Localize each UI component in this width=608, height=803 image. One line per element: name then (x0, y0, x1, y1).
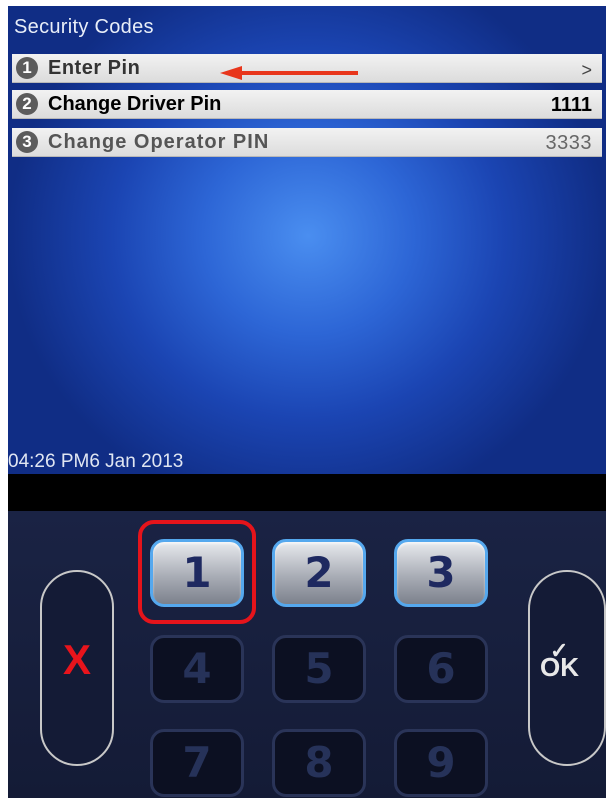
key-2[interactable]: 2 (272, 539, 366, 607)
x-icon: X (62, 636, 91, 683)
key-4[interactable]: 4 (150, 635, 244, 703)
menu-item-number: 3 (16, 131, 38, 153)
menu-item-value: 1111 (550, 94, 592, 116)
menu-item-label: Change Driver Pin (48, 93, 222, 115)
timestamp: 04:26 PM6 Jan 2013 (8, 451, 184, 472)
menu-item-value: 3333 (545, 132, 592, 154)
key-8[interactable]: 8 (272, 729, 366, 797)
screen-title: Security Codes (14, 16, 154, 38)
key-5[interactable]: 5 (272, 635, 366, 703)
ok-label: OK (540, 652, 579, 682)
key-6[interactable]: 6 (394, 635, 488, 703)
chevron-right-icon: > (581, 60, 592, 80)
menu-item-number: 2 (16, 93, 38, 115)
ok-button[interactable]: ✓ OK (528, 570, 606, 766)
keypad: X 1 2 3 4 5 6 7 8 9 ✓ OK (8, 511, 606, 798)
key-3[interactable]: 3 (394, 539, 488, 607)
device-frame: Security Codes 1 Enter Pin > 2 Change Dr… (8, 6, 606, 798)
key-7[interactable]: 7 (150, 729, 244, 797)
menu-item-change-operator-pin[interactable]: 3 Change Operator PIN 3333 (12, 128, 602, 157)
key-1-highlight-annotation (138, 520, 256, 624)
menu-item-number: 1 (16, 57, 38, 79)
menu-item-label: Enter Pin (48, 57, 141, 79)
menu-item-label: Change Operator PIN (48, 131, 270, 153)
left-arrow-icon (220, 66, 358, 80)
display-screen: Security Codes 1 Enter Pin > 2 Change Dr… (8, 6, 606, 474)
menu-item-change-driver-pin[interactable]: 2 Change Driver Pin 1111 (12, 90, 602, 119)
cancel-button[interactable]: X (40, 570, 114, 766)
key-9[interactable]: 9 (394, 729, 488, 797)
